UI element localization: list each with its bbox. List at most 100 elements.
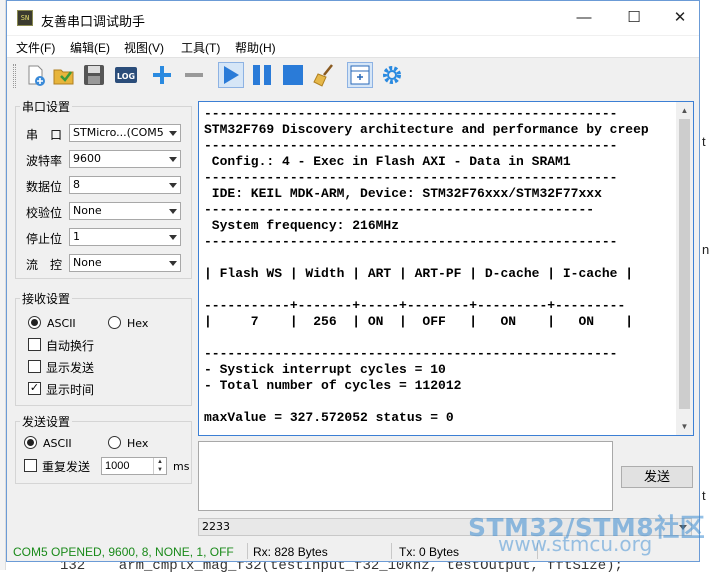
toolbar-grip[interactable] (13, 64, 16, 88)
watermark-url: www.stmcu.org (498, 532, 653, 556)
send-ascii-radio[interactable] (24, 436, 37, 449)
new-file-icon[interactable] (22, 62, 48, 88)
menu-edit[interactable]: 编辑(E) (70, 39, 110, 56)
play-icon[interactable] (218, 62, 244, 88)
receive-ascii-radio[interactable] (28, 316, 41, 329)
send-settings-group: 发送设置 ASCII Hex 重复发送 1000 ▲ ▼ ms (15, 413, 192, 484)
output-line: -----------+-------+-----+--------+-----… (204, 298, 626, 313)
port-select[interactable]: STMicro...(COM5 (69, 124, 181, 142)
chevron-down-icon (169, 209, 177, 214)
background-right-mark: n (702, 242, 710, 257)
maximize-button[interactable]: ☐ (611, 1, 657, 35)
output-line: IDE: KEIL MDK-ARM, Device: STM32F76xxx/S… (204, 186, 602, 201)
send-hex-label: Hex (127, 437, 149, 450)
show-time-label: 显示时间 (46, 383, 95, 397)
output-line: - Total number of cycles = 112012 (204, 378, 462, 393)
flowcontrol-select[interactable]: None (69, 254, 181, 272)
svg-text:LOG: LOG (117, 72, 135, 81)
menu-bar: 文件(F) 编辑(E) 视图(V) 工具(T) 帮助(H) (7, 36, 699, 57)
send-hex-radio[interactable] (108, 436, 121, 449)
baud-select[interactable]: 9600 (69, 150, 181, 168)
output-line: | 7 | 256 | ON | OFF | ON | ON | (204, 314, 634, 329)
send-button[interactable]: 发送 (621, 466, 693, 488)
log-icon[interactable]: LOG (113, 62, 139, 88)
save-icon[interactable] (81, 62, 107, 88)
layout-icon[interactable] (347, 62, 373, 88)
receive-output[interactable]: ----------------------------------------… (198, 101, 694, 436)
menu-view[interactable]: 视图(V) (124, 39, 164, 56)
app-icon: SN (17, 10, 33, 26)
close-button[interactable]: ✕ (657, 1, 703, 35)
receive-settings-group: 接收设置 ASCII Hex 自动换行 显示发送 ✓ 显示时间 (15, 290, 192, 406)
menu-help[interactable]: 帮助(H) (235, 39, 276, 56)
send-settings-title: 发送设置 (20, 413, 73, 430)
gear-icon[interactable] (379, 62, 405, 88)
show-send-checkbox[interactable] (28, 360, 41, 373)
stepper-down-icon[interactable]: ▼ (153, 466, 166, 474)
scroll-thumb[interactable] (679, 119, 690, 409)
flowcontrol-label: 流 控 (26, 258, 63, 272)
repeat-send-checkbox[interactable] (24, 459, 37, 472)
serial-settings-group: 串口设置 串 口 STMicro...(COM5 波特率 9600 数据位 8 … (15, 98, 192, 279)
show-time-checkbox[interactable]: ✓ (28, 382, 41, 395)
serial-settings-title: 串口设置 (20, 98, 73, 115)
toolbar: LOG (7, 57, 699, 93)
auto-wrap-label: 自动换行 (46, 339, 95, 353)
minus-icon[interactable] (181, 62, 207, 88)
chevron-down-icon (169, 131, 177, 136)
rx-count: Rx: 828 Bytes (253, 545, 328, 559)
menu-file[interactable]: 文件(F) (16, 39, 55, 56)
menu-tools[interactable]: 工具(T) (181, 39, 220, 56)
show-send-label: 显示发送 (46, 361, 95, 375)
scroll-down-icon[interactable]: ▼ (676, 418, 693, 435)
stopbits-select[interactable]: 1 (69, 228, 181, 246)
receive-ascii-label: ASCII (47, 317, 76, 330)
chevron-down-icon (169, 235, 177, 240)
open-folder-icon[interactable] (51, 62, 77, 88)
pause-icon[interactable] (249, 62, 275, 88)
receive-settings-title: 接收设置 (20, 290, 73, 307)
send-input[interactable] (198, 441, 613, 511)
chevron-down-icon (169, 183, 177, 188)
title-bar[interactable]: SN 友善串口调试助手 — ☐ ✕ (7, 1, 699, 35)
port-label: 串 口 (26, 128, 63, 142)
scroll-up-icon[interactable]: ▲ (676, 102, 693, 119)
parity-label: 校验位 (26, 206, 63, 220)
status-divider (391, 543, 392, 559)
output-line: maxValue = 327.572052 status = 0 (204, 410, 454, 425)
broom-icon[interactable] (312, 62, 338, 88)
output-line: ----------------------------------------… (204, 138, 618, 153)
stop-icon[interactable] (280, 62, 306, 88)
serial-assistant-window: SN 友善串口调试助手 — ☐ ✕ 文件(F) 编辑(E) 视图(V) 工具(T… (6, 0, 700, 562)
output-line: ----------------------------------------… (204, 202, 595, 217)
receive-scrollbar[interactable]: ▲ ▼ (676, 102, 693, 435)
output-line: ----------------------------------------… (204, 234, 618, 249)
interval-unit: ms (173, 460, 190, 473)
plus-icon[interactable] (149, 62, 175, 88)
receive-hex-label: Hex (127, 317, 149, 330)
repeat-send-label: 重复发送 (42, 460, 91, 474)
chevron-down-icon (169, 261, 177, 266)
chevron-down-icon (169, 157, 177, 162)
baud-label: 波特率 (26, 154, 63, 168)
minimize-button[interactable]: — (561, 1, 607, 35)
databits-label: 数据位 (26, 180, 63, 194)
background-right-mark: t (702, 134, 706, 149)
tx-count: Tx: 0 Bytes (399, 545, 460, 559)
databits-select[interactable]: 8 (69, 176, 181, 194)
window-title: 友善串口调试助手 (41, 14, 146, 29)
parity-select[interactable]: None (69, 202, 181, 220)
output-line: | Flash WS | Width | ART | ART-PF | D-ca… (204, 266, 634, 281)
auto-wrap-checkbox[interactable] (28, 338, 41, 351)
interval-stepper[interactable]: 1000 ▲ ▼ (101, 457, 167, 475)
stepper-up-icon[interactable]: ▲ (153, 458, 166, 466)
output-line: STM32F769 Discovery architecture and per… (204, 122, 649, 137)
receive-hex-radio[interactable] (108, 316, 121, 329)
output-line: Config.: 4 - Exec in Flash AXI - Data in… (204, 154, 571, 169)
output-line: System frequency: 216MHz (204, 218, 400, 233)
port-status: COM5 OPENED, 9600, 8, NONE, 1, OFF (13, 545, 234, 559)
background-right-mark: t (702, 488, 706, 503)
